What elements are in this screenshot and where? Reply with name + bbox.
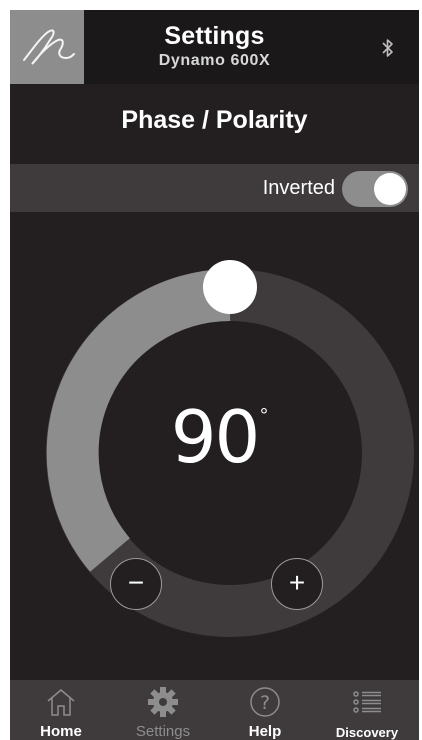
- bottom-nav: Home Settings ? Help Discovery: [10, 680, 419, 740]
- increase-button[interactable]: +: [271, 558, 323, 610]
- inverted-row: Inverted: [10, 164, 419, 212]
- phase-value: 90: [170, 395, 261, 479]
- app-screen: Settings Dynamo 600X Phase / Polarity In…: [10, 10, 419, 740]
- gear-icon: [148, 687, 178, 717]
- header-bar: Settings Dynamo 600X: [10, 10, 419, 84]
- signature-logo-icon: [23, 29, 75, 65]
- inverted-toggle[interactable]: [342, 171, 408, 207]
- home-icon: [47, 689, 75, 716]
- degree-symbol: °: [260, 405, 268, 427]
- header-titles: Settings Dynamo 600X: [84, 10, 345, 84]
- device-name: Dynamo 600X: [158, 52, 271, 69]
- phase-readout: 90 °: [10, 395, 419, 479]
- nav-item-discovery[interactable]: Discovery: [316, 680, 418, 740]
- nav-label-help: Help: [248, 723, 282, 740]
- help-icon: ?: [250, 687, 280, 717]
- page-title: Settings: [164, 22, 265, 50]
- nav-item-help[interactable]: ? Help: [214, 680, 316, 740]
- nav-label-settings: Settings: [135, 723, 191, 740]
- bluetooth-icon[interactable]: [381, 38, 395, 58]
- decrease-button[interactable]: −: [110, 558, 162, 610]
- list-icon: [353, 691, 381, 713]
- nav-item-settings[interactable]: Settings: [112, 680, 214, 740]
- nav-label-home: Home: [40, 723, 82, 740]
- svg-text:?: ?: [260, 692, 270, 714]
- brand-logo[interactable]: [10, 10, 84, 84]
- nav-label-discovery: Discovery: [335, 725, 399, 740]
- section-title: Phase / Polarity: [121, 106, 308, 134]
- inverted-label: Inverted: [262, 177, 335, 199]
- toggle-knob: [374, 173, 406, 205]
- dial-knob[interactable]: [203, 260, 257, 314]
- nav-item-home[interactable]: Home: [10, 680, 112, 740]
